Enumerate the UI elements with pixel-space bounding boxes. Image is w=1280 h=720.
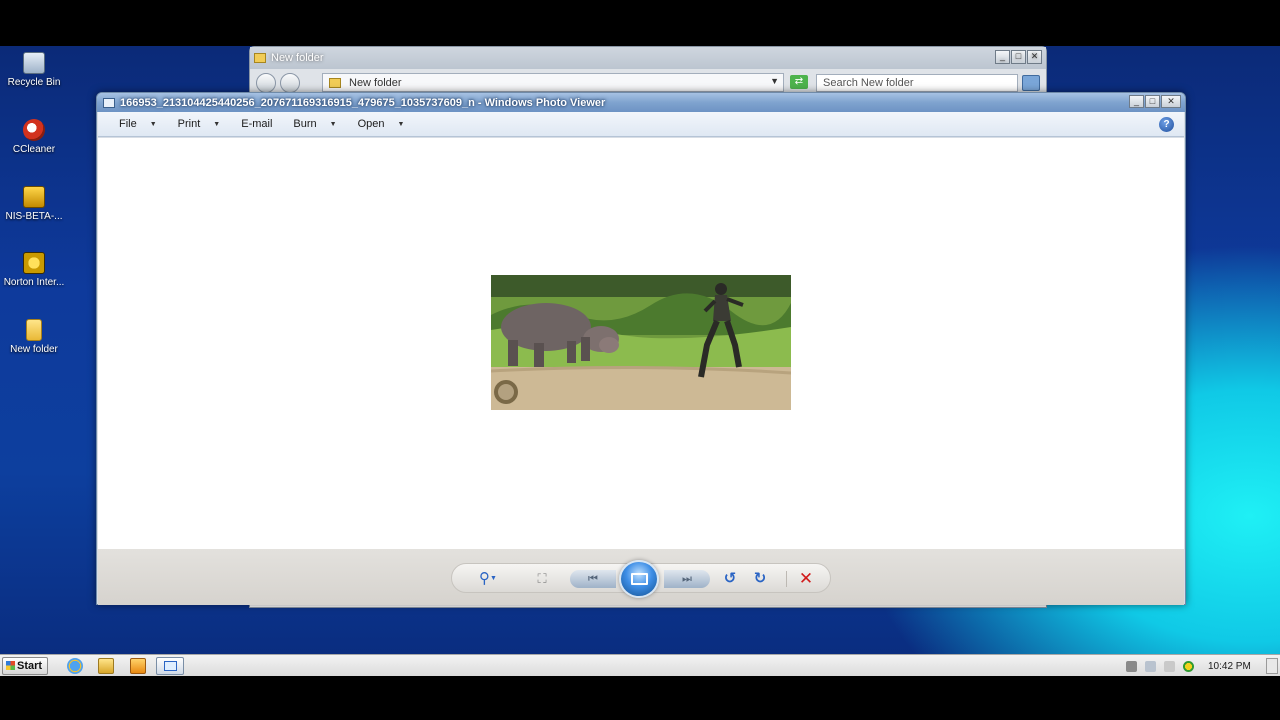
next-button[interactable]: ⏭ [664,570,710,588]
show-desktop-button[interactable] [1266,658,1278,674]
menu-label: Print [177,118,201,130]
taskbar: Start 10:42 PM [0,654,1280,676]
chevron-down-icon: ▼ [490,575,497,583]
desktop-icon-nis-beta[interactable]: NIS-BETA-... [2,186,66,222]
slideshow-button[interactable] [619,560,659,598]
search-input[interactable]: Search New folder [816,74,1018,92]
desktop-icon-ccleaner[interactable]: CCleaner [2,119,66,155]
next-icon: ⏭ [682,573,692,585]
desktop-icon-label: Norton Inter... [3,277,65,288]
clock[interactable]: 10:42 PM [1208,661,1251,672]
rotate-left-icon: ↺ [723,570,737,587]
norton-icon [23,252,45,274]
menu-file[interactable]: File ▼ [119,118,157,130]
delete-button[interactable]: ✕ [794,570,818,588]
chevron-down-icon: ▼ [397,120,405,128]
forward-button[interactable] [280,73,300,93]
taskbar-photo-viewer[interactable] [156,657,184,675]
start-label: Start [17,660,43,672]
chevron-down-icon: ▼ [149,120,157,128]
menu-label: Open [357,118,385,130]
previous-button[interactable]: ⏮ [570,570,616,588]
photo-viewer-app-icon [103,97,115,108]
chevron-down-icon: ▼ [329,120,337,128]
desktop-icon-label: Recycle Bin [7,77,61,88]
desktop-icon-label: NIS-BETA-... [5,211,63,222]
photo-viewer-icon [164,661,177,671]
photo-viewer-window[interactable]: 166953_213104425440256_207671169316915_4… [96,92,1186,605]
viewer-menu-bar: File ▼ Print ▼ E-mail Burn ▼ Open ▼ ? [98,112,1184,137]
chevron-down-icon: ▼ [213,120,221,128]
volume-icon[interactable] [1164,660,1175,672]
back-button[interactable] [256,73,276,93]
actual-size-icon: ⛶ [537,571,547,586]
address-text: New folder [349,76,402,89]
photo-viewer-title-bar[interactable]: 166953_213104425440256_207671169316915_4… [97,93,1185,112]
windows-explorer-icon[interactable] [98,658,114,674]
desktop-icon-new-folder[interactable]: New folder [2,319,66,355]
explorer-title: New folder [271,52,324,64]
help-icon[interactable]: ? [1159,117,1174,132]
delete-icon: ✕ [798,569,814,588]
menu-label: Burn [293,118,317,130]
desktop-icon-label: New folder [10,344,58,355]
maximize-button[interactable]: □ [1145,95,1160,108]
rotate-clockwise-button[interactable]: ↻ [748,570,772,588]
toolbar-controls: ⚲▼ ⛶ ⏮ ⏭ ↺ ↻ ✕ [451,560,831,598]
desktop-icon-recycle-bin[interactable]: Recycle Bin [2,52,66,88]
zoom-icon: ⚲ [479,570,491,587]
window-title: 166953_213104425440256_207671169316915_4… [120,96,606,109]
menu-label: File [119,118,137,130]
folder-icon [26,319,42,341]
desktop-icon-norton[interactable]: Norton Inter... [2,252,66,288]
menu-print[interactable]: Print ▼ [178,118,221,130]
close-button[interactable]: ✕ [1027,50,1042,64]
norton-tray-icon[interactable] [1183,660,1194,672]
address-bar[interactable]: New folder ▼ [322,73,784,92]
rotate-counterclockwise-button[interactable]: ↺ [718,570,742,588]
menu-burn[interactable]: Burn ▼ [293,118,336,130]
menu-label: E-mail [241,118,273,130]
media-player-icon[interactable] [130,658,146,674]
menu-open[interactable]: Open ▼ [358,118,405,130]
folder-icon [329,77,341,88]
rotate-right-icon: ↻ [753,570,767,587]
zoom-button[interactable]: ⚲▼ [476,570,500,588]
minimize-button[interactable]: _ [1129,95,1144,108]
maximize-button[interactable]: □ [1011,50,1026,64]
viewer-caption-buttons: _ □ ✕ [1129,95,1181,108]
installer-icon [23,186,45,208]
system-tray: 10:42 PM [1118,656,1280,676]
letterbox-bottom [0,676,1280,720]
desktop-icon-label: CCleaner [12,144,56,155]
windows-logo-icon [6,661,15,670]
minimize-button[interactable]: _ [995,50,1010,64]
recycle-bin-icon [23,52,45,74]
photo-canvas[interactable] [98,138,1184,549]
close-button[interactable]: ✕ [1161,95,1181,108]
explorer-caption-buttons: _ □ ✕ [995,50,1042,64]
internet-explorer-icon[interactable] [67,658,83,674]
toolbar-separator [786,571,787,587]
menu-email[interactable]: E-mail [241,118,272,130]
actual-size-button[interactable]: ⛶ [530,570,554,588]
photo-image [491,275,791,410]
network-icon[interactable] [1145,660,1156,672]
viewer-toolbar: ⚲▼ ⛶ ⏮ ⏭ ↺ ↻ ✕ [98,549,1184,605]
refresh-button[interactable]: ⇄ [790,75,808,89]
ccleaner-icon [23,119,45,141]
chevron-down-icon[interactable]: ▼ [770,76,779,86]
tray-flag-icon[interactable] [1126,660,1137,672]
displayed-photo [491,275,791,410]
slideshow-icon [631,573,648,585]
start-button[interactable]: Start [2,657,48,675]
folder-icon [254,53,266,63]
previous-icon: ⏮ [588,573,598,585]
search-icon[interactable] [1022,75,1040,91]
letterbox-top [0,0,1280,46]
explorer-title-bar[interactable]: New folder _ □ ✕ [250,47,1046,69]
